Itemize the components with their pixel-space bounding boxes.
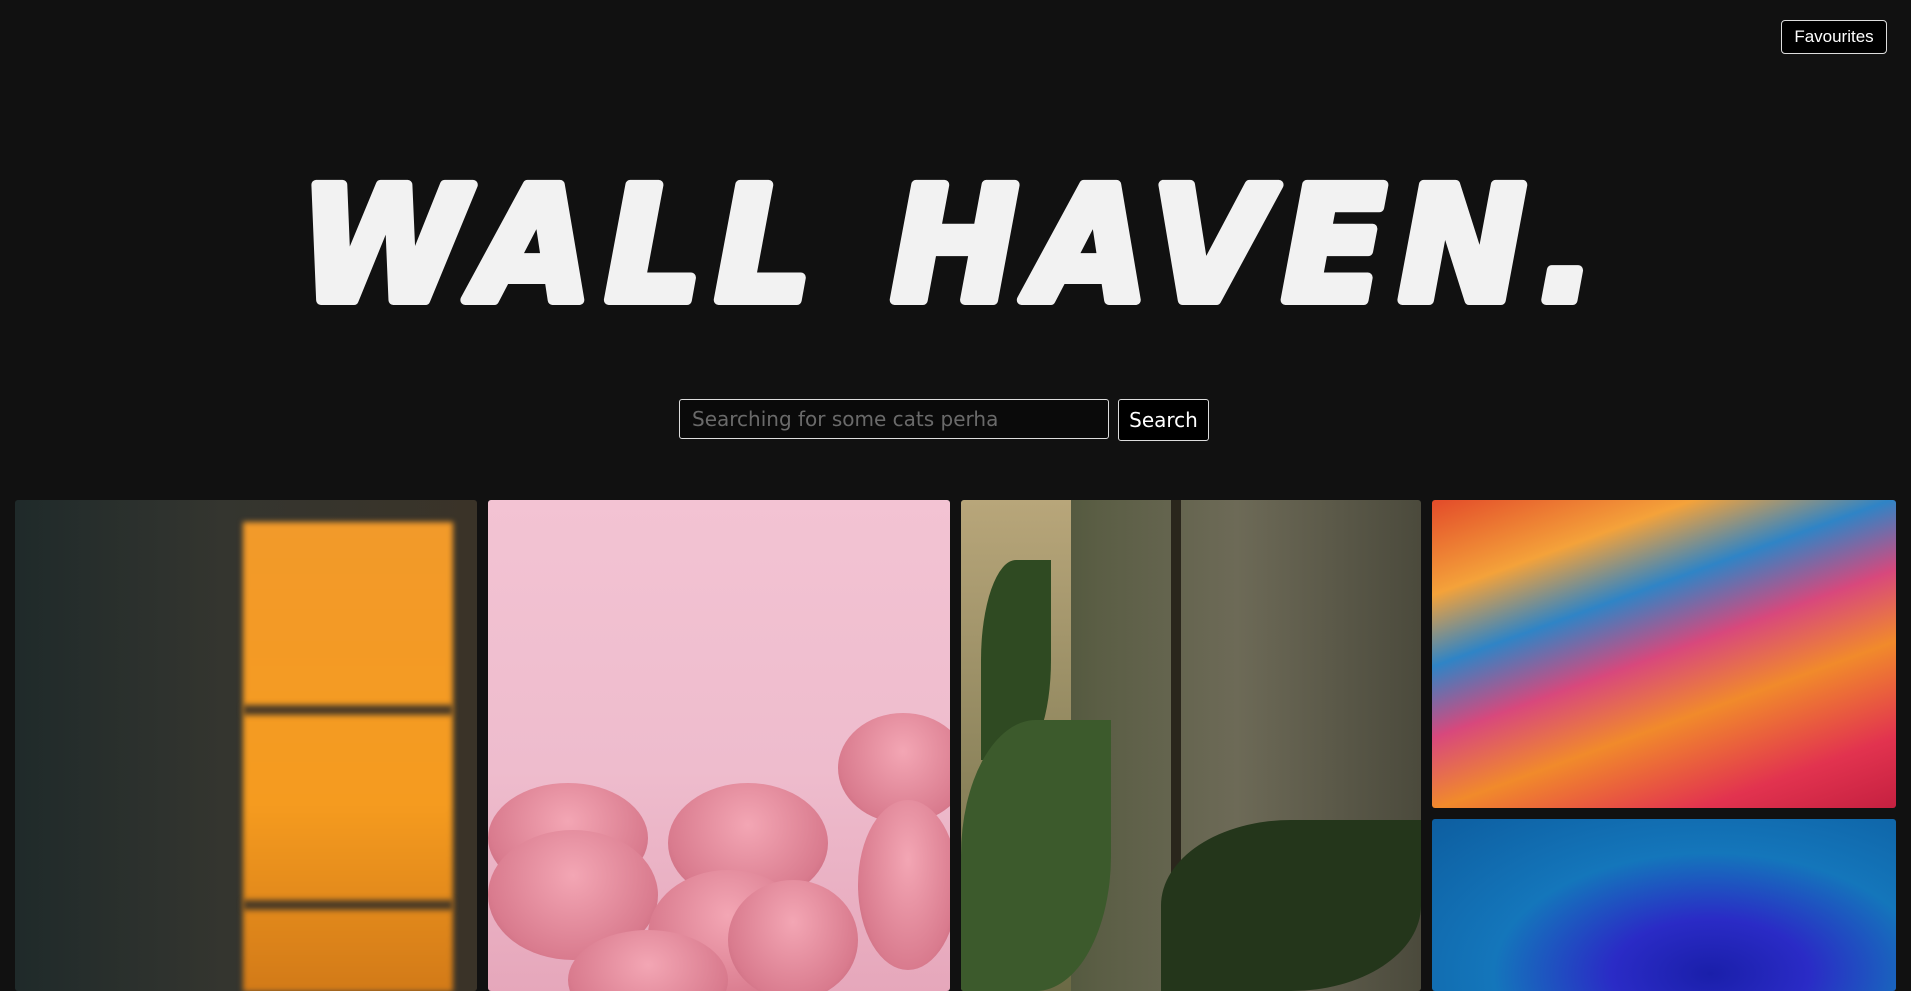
search-bar: Search: [679, 399, 1209, 441]
wallpaper-image-window-light[interactable]: [15, 500, 477, 991]
leaf: [1161, 820, 1421, 991]
macaron: [728, 880, 858, 991]
favourites-button[interactable]: Favourites: [1781, 20, 1887, 54]
logo-text: WALL HAVEN.: [300, 160, 1610, 320]
search-button[interactable]: Search: [1118, 399, 1209, 441]
search-input[interactable]: [679, 399, 1109, 439]
wallpaper-image-paint-swirl[interactable]: [1432, 500, 1896, 808]
window-frame-shadow: [243, 900, 453, 910]
light-patch: [243, 522, 453, 991]
wallpaper-image-plants[interactable]: [961, 500, 1421, 991]
wallpaper-image-blue-rose[interactable]: [1432, 819, 1896, 991]
leaf: [961, 720, 1111, 991]
wallpaper-image-macarons[interactable]: [488, 500, 950, 991]
window-frame-shadow: [243, 705, 453, 715]
logo: WALL HAVEN.: [295, 160, 1610, 320]
macaron: [858, 800, 950, 970]
